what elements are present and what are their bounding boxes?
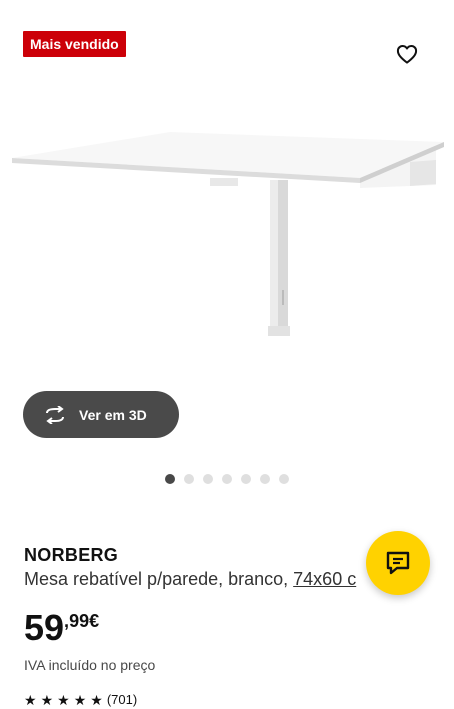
image-carousel-dots [0,474,454,486]
chat-button[interactable] [366,531,430,595]
best-seller-badge: Mais vendido [23,31,126,57]
product-description-text: Mesa rebatível p/parede, branco, [24,569,294,589]
carousel-dot[interactable] [279,474,289,484]
carousel-dot[interactable] [184,474,194,484]
product-name: NORBERG [24,545,119,565]
heart-outline-icon [396,45,418,64]
price-decimals: 99 [69,611,90,631]
product-image[interactable] [0,90,454,380]
product-description: Mesa rebatível p/parede, branco, 74x60 c [24,569,374,590]
carousel-dot[interactable] [165,474,175,484]
star-icon: ★ [57,692,70,708]
vat-note: IVA incluído no preço [24,657,156,673]
price-integer: 59 [24,607,65,648]
star-icon: ★ [24,692,37,708]
carousel-dot[interactable] [203,474,213,484]
favorite-button[interactable] [394,41,420,67]
star-icon: ★ [73,692,87,708]
carousel-dot[interactable] [241,474,251,484]
rotate-3d-icon [43,403,67,427]
star-icon: ★ [90,692,103,708]
carousel-dot[interactable] [260,474,270,484]
product-price: 59 , 99 € [24,608,99,648]
view-in-3d-label: Ver em 3D [79,406,147,423]
price-currency: € [89,611,100,631]
product-dimensions-link[interactable]: 74x60 c [293,569,356,589]
view-in-3d-button[interactable]: Ver em 3D [23,391,179,438]
chat-bubble-icon [386,551,410,575]
product-rating[interactable]: ★ ★ ★ ★ ★ (701) [24,692,137,709]
carousel-dot[interactable] [222,474,232,484]
star-icon: ★ [40,692,54,708]
rating-count: (701) [106,692,138,707]
